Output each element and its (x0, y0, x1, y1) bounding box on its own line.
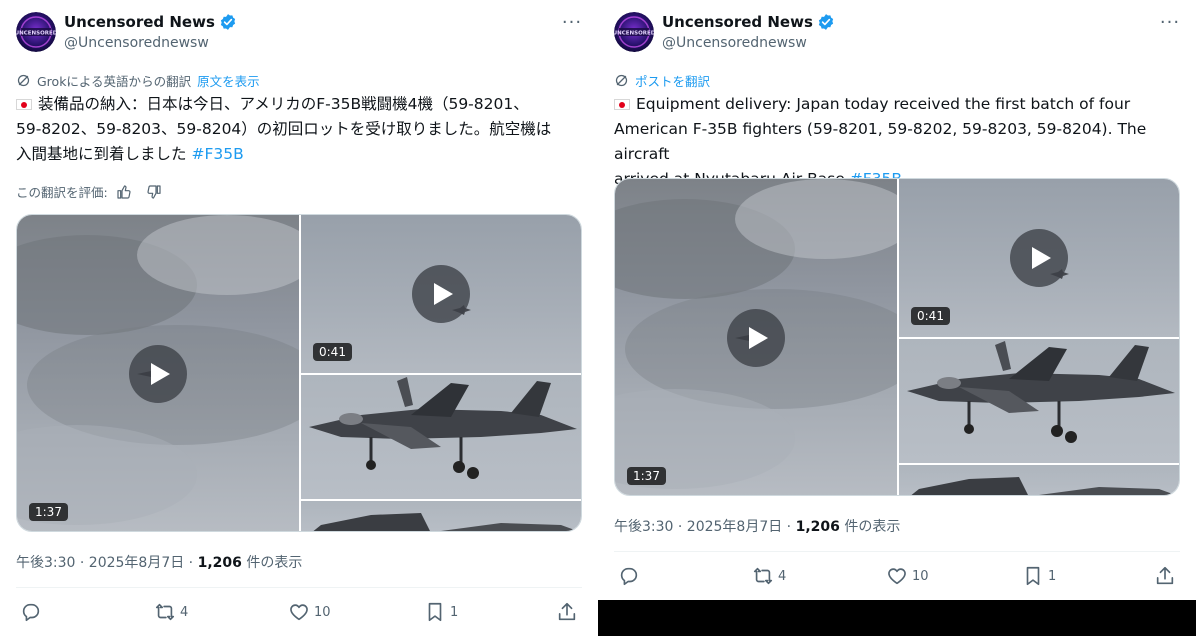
show-original-link[interactable]: 原文を表示 (197, 71, 260, 90)
bookmark-button[interactable]: 1 (424, 601, 458, 623)
views-label: 件の表示 (241, 555, 303, 571)
translate-post-link[interactable]: ポストを翻訳 (635, 71, 710, 90)
post-text-line: 装備品の納入：日本は今日、アメリカのF-35B戦闘機4機（59-8201、 (38, 95, 529, 113)
post-timestamp[interactable]: 午後3:30 · 2025年8月7日 · (614, 519, 796, 535)
bookmark-icon (428, 602, 442, 622)
avatar[interactable]: UNCENSORED (614, 12, 654, 52)
divider (16, 587, 582, 588)
post-text-line: 59-8202、59-8203、59-8204）の初回ロットを受け取りました。航… (16, 120, 552, 138)
rate-translation-label: この翻訳を評価: (16, 185, 108, 200)
play-icon[interactable] (727, 309, 785, 367)
f35-jet-image (313, 513, 578, 531)
svg-text:UNCENSORED: UNCENSORED (614, 31, 654, 37)
video-duration: 1:37 (627, 467, 666, 485)
like-count: 10 (314, 604, 331, 620)
repost-button[interactable]: 4 (752, 565, 786, 587)
divider (614, 551, 1180, 552)
photo-jet-secondary[interactable] (301, 501, 581, 531)
repost-icon (155, 603, 175, 621)
media-grid: 1:37 0:41 (16, 214, 582, 532)
f35-jet-image (907, 341, 1175, 443)
translate-post[interactable]: ポストを翻訳 (614, 71, 710, 90)
verified-badge-icon (817, 13, 835, 31)
play-icon[interactable] (129, 345, 187, 403)
post-text: 装備品の納入：日本は今日、アメリカのF-35B戦闘機4機（59-8201、 59… (16, 92, 586, 167)
translate-icon (17, 74, 30, 87)
post-text-line: American F-35B fighters (59-8201, 59-820… (614, 120, 1147, 163)
share-icon (1156, 566, 1174, 585)
share-button[interactable] (556, 601, 578, 623)
post-text-line: 入間基地に到着しました (16, 145, 187, 163)
share-button[interactable] (1154, 565, 1176, 587)
like-count: 10 (912, 568, 929, 584)
bookmark-icon (1026, 566, 1040, 586)
video-secondary[interactable]: 0:41 (301, 215, 581, 373)
f35-jet-image (309, 377, 577, 479)
video-duration: 1:37 (29, 503, 68, 521)
thumbs-up-icon[interactable] (116, 184, 132, 200)
bookmark-count: 1 (1048, 568, 1057, 584)
media-grid: 1:37 0:41 (614, 178, 1180, 496)
views-count: 1,206 (795, 519, 840, 535)
reply-icon (22, 603, 40, 622)
rate-translation: この翻訳を評価: (16, 182, 162, 201)
f35-jet-image (911, 477, 1176, 495)
repost-button[interactable]: 4 (154, 601, 188, 623)
repost-icon (753, 567, 773, 585)
play-icon[interactable] (412, 265, 470, 323)
translation-notice: Grokによる英語からの翻訳 原文を表示 (16, 71, 260, 90)
like-icon (290, 604, 308, 621)
video-secondary[interactable]: 0:41 (899, 179, 1179, 337)
more-icon[interactable]: ··· (560, 12, 584, 33)
post-meta: 午後3:30 · 2025年8月7日 · 1,206 件の表示 (614, 516, 900, 536)
like-icon (888, 568, 906, 585)
japan-flag-icon (16, 99, 32, 110)
repost-count: 4 (778, 568, 787, 584)
post-timestamp[interactable]: 午後3:30 · 2025年8月7日 · (16, 555, 198, 571)
svg-text:UNCENSORED: UNCENSORED (16, 31, 56, 37)
black-bar (598, 600, 1196, 636)
reply-button[interactable] (20, 601, 42, 623)
like-button[interactable]: 10 (288, 601, 331, 623)
avatar-logo: UNCENSORED (614, 12, 654, 52)
avatar-logo: UNCENSORED (16, 12, 56, 52)
author-handle[interactable]: @Uncensorednewsw (64, 35, 209, 51)
video-duration: 0:41 (911, 307, 950, 325)
bookmark-button[interactable]: 1 (1022, 565, 1056, 587)
views-label: 件の表示 (839, 519, 901, 535)
play-icon[interactable] (1010, 229, 1068, 287)
hashtag-link[interactable]: #F35B (191, 145, 243, 163)
author-display-name[interactable]: Uncensored News (64, 13, 215, 31)
post-right: UNCENSORED Uncensored News @Uncensoredne… (598, 0, 1196, 636)
reply-icon (620, 567, 638, 586)
like-button[interactable]: 10 (886, 565, 929, 587)
author-display-name[interactable]: Uncensored News (662, 13, 813, 31)
post-left: UNCENSORED Uncensored News @Uncensoredne… (0, 0, 598, 636)
japan-flag-icon (614, 99, 630, 110)
avatar[interactable]: UNCENSORED (16, 12, 56, 52)
photo-jet[interactable] (899, 339, 1179, 463)
video-main[interactable]: 1:37 (17, 215, 299, 531)
thumbs-down-icon[interactable] (146, 184, 162, 200)
reply-button[interactable] (618, 565, 640, 587)
share-icon (558, 602, 576, 621)
bookmark-count: 1 (450, 604, 459, 620)
repost-count: 4 (180, 604, 189, 620)
post-text: Equipment delivery: Japan today received… (614, 92, 1184, 192)
translation-note: Grokによる英語からの翻訳 (37, 74, 192, 89)
post-meta: 午後3:30 · 2025年8月7日 · 1,206 件の表示 (16, 552, 302, 572)
video-main[interactable]: 1:37 (615, 179, 897, 495)
video-duration: 0:41 (313, 343, 352, 361)
views-count: 1,206 (197, 555, 242, 571)
author-handle[interactable]: @Uncensorednewsw (662, 35, 807, 51)
photo-jet[interactable] (301, 375, 581, 499)
more-icon[interactable]: ··· (1158, 12, 1182, 33)
translate-icon (615, 74, 628, 87)
verified-badge-icon (219, 13, 237, 31)
post-text-line: Equipment delivery: Japan today received… (636, 95, 1131, 113)
photo-jet-secondary[interactable] (899, 465, 1179, 495)
